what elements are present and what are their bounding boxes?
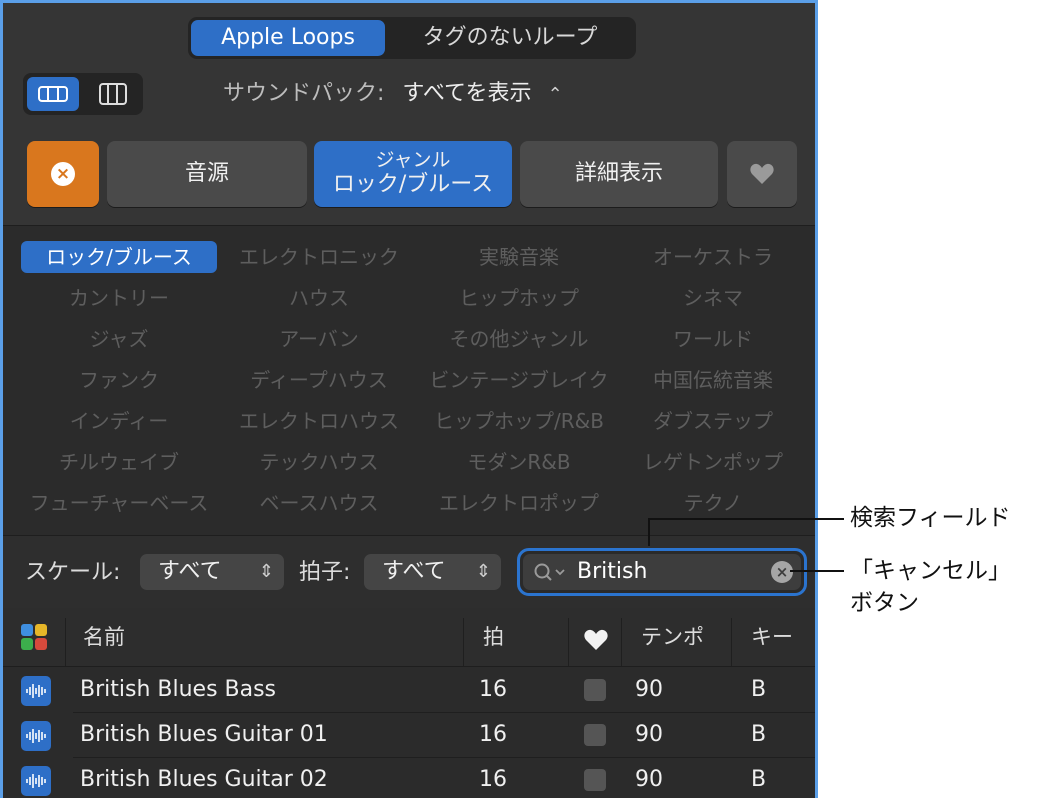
sound-pack-value: すべてを表示	[402, 81, 532, 106]
audio-waveform-icon	[21, 721, 51, 751]
genre-item[interactable]: 中国伝統音楽	[615, 364, 811, 396]
genre-item[interactable]: ジャズ	[21, 323, 217, 355]
instrument-button[interactable]: 音源	[107, 141, 307, 207]
details-button[interactable]: 詳細表示	[520, 141, 718, 207]
genre-item[interactable]: ヒップホップ/R&B	[421, 405, 617, 437]
view-mode-toggle	[23, 73, 143, 115]
genre-item[interactable]: エレクトロポップ	[421, 487, 617, 519]
genre-item[interactable]: エレクトロハウス	[221, 405, 417, 437]
tempo-column-header[interactable]: テンポ	[641, 608, 704, 666]
callout-line	[648, 518, 650, 546]
cancel-button-callout-line2: ボタン	[850, 590, 919, 616]
loop-tempo: 90	[635, 767, 663, 792]
genre-item[interactable]: オーケストラ	[615, 241, 811, 273]
genre-item[interactable]: テックハウス	[221, 446, 417, 478]
untagged-loops-tab[interactable]: タグのないループ	[388, 20, 632, 56]
genre-item[interactable]: エレクトロニック	[221, 241, 417, 273]
close-icon: ×	[51, 162, 75, 186]
table-row[interactable]: British Blues Bass 16 90 B	[3, 668, 815, 712]
apple-loops-tab[interactable]: Apple Loops	[191, 20, 385, 56]
genre-item[interactable]: ビンテージブレイク	[421, 364, 617, 396]
genre-item[interactable]: アーバン	[221, 323, 417, 355]
callout-line	[790, 570, 844, 572]
genre-item[interactable]: ロック/ブルース	[21, 241, 217, 273]
favorite-checkbox[interactable]	[584, 724, 606, 746]
callout-line	[648, 518, 844, 520]
time-signature-value: すべて	[382, 559, 446, 584]
search-input[interactable]: British	[577, 554, 647, 590]
up-down-chevron-icon: ⌃	[547, 84, 563, 105]
genre-item[interactable]: フューチャーベース	[21, 487, 217, 519]
results-table-header: 名前 拍 テンポ キー	[3, 608, 815, 667]
genre-item[interactable]: ワールド	[615, 323, 811, 355]
loop-key: B	[751, 767, 767, 792]
audio-waveform-icon	[21, 766, 51, 796]
table-row[interactable]: British Blues Guitar 02 16 90 B	[3, 758, 815, 802]
genre-item[interactable]: ディープハウス	[221, 364, 417, 396]
genre-item[interactable]: その他ジャンル	[421, 323, 617, 355]
heart-icon	[750, 163, 774, 184]
audio-waveform-icon	[21, 676, 51, 706]
genre-item[interactable]: シネマ	[615, 282, 811, 314]
search-field-inner: British ×	[523, 554, 801, 590]
key-column-header[interactable]: キー	[751, 608, 793, 666]
column-view-toggle[interactable]	[87, 77, 139, 111]
search-field-callout: 検索フィールド	[850, 505, 1011, 531]
loop-beats: 16	[479, 722, 507, 747]
genre-item[interactable]: チルウェイブ	[21, 446, 217, 478]
genre-item[interactable]: インディー	[21, 405, 217, 437]
loop-type-segmented-control: Apple Loops タグのないループ	[188, 17, 636, 59]
search-icon	[534, 563, 565, 581]
loop-name: British Blues Bass	[80, 677, 277, 702]
filter-bar: スケール: すべて ⇕ 拍子: すべて ⇕ British ×	[3, 535, 815, 609]
loop-beats: 16	[479, 767, 507, 792]
cancel-button-callout-line1: 「キャンセル」	[850, 558, 1011, 584]
scale-value: すべて	[158, 559, 222, 584]
search-field[interactable]: British ×	[517, 548, 807, 596]
loop-browser-panel: Apple Loops タグのないループ サウンドパック: すべてを表示 ⌃ ×…	[0, 0, 818, 798]
loop-tempo: 90	[635, 677, 663, 702]
favorite-checkbox[interactable]	[584, 679, 606, 701]
loop-tempo: 90	[635, 722, 663, 747]
cancel-search-button[interactable]: ×	[771, 561, 793, 583]
loop-beats: 16	[479, 677, 507, 702]
genre-button-value: ロック/ブルース	[332, 172, 494, 197]
button-view-icon	[38, 86, 68, 102]
loop-key: B	[751, 722, 767, 747]
genre-item[interactable]: モダンR&B	[421, 446, 617, 478]
favorite-column-heart-icon[interactable]	[583, 628, 609, 652]
button-view-toggle[interactable]	[27, 77, 79, 111]
scale-select[interactable]: すべて ⇕	[140, 554, 284, 590]
genre-item[interactable]: ファンク	[21, 364, 217, 396]
sound-pack-label: サウンドパック:	[223, 81, 385, 106]
favorite-checkbox[interactable]	[584, 769, 606, 791]
sound-pack-selector[interactable]: サウンドパック: すべてを表示 ⌃	[223, 77, 563, 111]
up-down-chevron-icon: ⇕	[258, 561, 274, 582]
genre-item[interactable]: ヒップホップ	[421, 282, 617, 314]
loop-name: British Blues Guitar 02	[80, 767, 328, 792]
column-view-icon	[99, 83, 127, 105]
scale-label: スケール:	[25, 560, 121, 585]
genre-item[interactable]: 実験音楽	[421, 241, 617, 273]
genre-item[interactable]: ベースハウス	[221, 487, 417, 519]
name-column-header[interactable]: 名前	[83, 608, 125, 666]
genre-button-title: ジャンル	[375, 149, 451, 171]
loop-name: British Blues Guitar 01	[80, 722, 328, 747]
table-row[interactable]: British Blues Guitar 01 16 90 B	[3, 713, 815, 757]
genre-button[interactable]: ジャンル ロック/ブルース	[314, 141, 512, 207]
color-tags-icon[interactable]	[21, 624, 47, 650]
time-signature-label: 拍子:	[299, 560, 351, 585]
time-signature-select[interactable]: すべて ⇕	[364, 554, 501, 590]
genre-item[interactable]: テクノ	[615, 487, 811, 519]
genre-item[interactable]: カントリー	[21, 282, 217, 314]
beats-column-header[interactable]: 拍	[483, 608, 504, 666]
favorites-button[interactable]	[727, 141, 797, 207]
genre-item[interactable]: ダブステップ	[615, 405, 811, 437]
reset-button[interactable]: ×	[27, 141, 99, 207]
loop-key: B	[751, 677, 767, 702]
browser-top-bar: Apple Loops タグのないループ サウンドパック: すべてを表示 ⌃ ×…	[3, 3, 815, 226]
genre-item[interactable]: レゲトンポップ	[615, 446, 811, 478]
up-down-chevron-icon: ⇕	[475, 561, 491, 582]
genre-item[interactable]: ハウス	[221, 282, 417, 314]
